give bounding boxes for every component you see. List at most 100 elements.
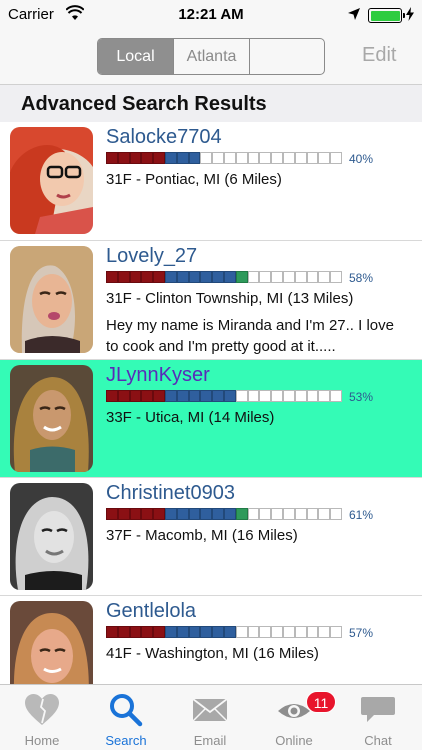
result-row[interactable]: Gentlelola 57% 41F - Washington, MI (16 … <box>0 596 422 684</box>
meter-segment <box>106 390 118 402</box>
meter-segment <box>318 390 331 402</box>
meter-segment <box>188 152 201 164</box>
segment-atlanta[interactable]: Atlanta <box>174 39 250 74</box>
meter-segment <box>306 626 319 638</box>
tab-home[interactable]: Home <box>0 685 84 750</box>
meter-segment <box>271 271 283 283</box>
meter-segment <box>176 508 189 520</box>
meter-segment <box>212 271 224 283</box>
avatar[interactable] <box>10 483 93 590</box>
status-bar: Carrier 12:21 AM <box>0 0 422 30</box>
segment-empty[interactable] <box>250 39 324 74</box>
meter-segment <box>223 152 236 164</box>
profile-photo <box>10 601 93 684</box>
username[interactable]: JLynnKyser <box>106 364 210 387</box>
tab-label: Email <box>193 733 227 748</box>
meter-segment <box>188 271 201 283</box>
match-percent: 57% <box>349 626 374 640</box>
meter-segment <box>106 626 118 638</box>
location-arrow-icon <box>348 8 360 20</box>
meter-segment <box>106 508 118 520</box>
tab-search[interactable]: Search <box>84 685 168 750</box>
edit-button[interactable]: Edit <box>362 44 396 67</box>
meter-segment <box>318 152 331 164</box>
meter-segment <box>176 152 189 164</box>
result-row[interactable]: Lovely_27 58% 31F - Clinton Township, MI… <box>0 241 422 360</box>
meter-segment <box>141 508 154 520</box>
meter-segment <box>212 152 224 164</box>
meter-segment <box>247 271 260 283</box>
location-segmented-control: Local Atlanta <box>97 38 325 75</box>
meter-segment <box>141 626 154 638</box>
meter-segment <box>223 626 236 638</box>
avatar[interactable] <box>10 365 93 472</box>
meter-segment <box>271 626 283 638</box>
tab-label: Online <box>275 733 313 748</box>
meter-segment <box>271 508 283 520</box>
battery-icon <box>368 8 405 23</box>
meter-segment <box>235 508 248 520</box>
result-row-selected[interactable]: JLynnKyser 53% 33F - Utica, MI (14 Miles… <box>0 360 422 478</box>
meter-segment <box>164 271 177 283</box>
meter-segment <box>235 271 248 283</box>
search-icon <box>110 694 143 727</box>
meter-segment <box>294 152 307 164</box>
meter-segment <box>259 508 272 520</box>
match-meter <box>106 626 342 638</box>
meter-segment <box>141 390 154 402</box>
results-list[interactable]: Salocke7704 40% 31F - Pontiac, MI (6 Mil… <box>0 122 422 684</box>
meter-segment <box>330 390 342 402</box>
meter-segment <box>164 390 177 402</box>
meter-segment <box>235 390 248 402</box>
meter-segment <box>129 626 142 638</box>
tab-email[interactable]: Email <box>168 685 252 750</box>
meter-segment <box>200 626 213 638</box>
username[interactable]: Christinet0903 <box>106 482 235 505</box>
segment-local[interactable]: Local <box>98 39 174 74</box>
meter-segment <box>117 390 130 402</box>
online-count-badge: 11 <box>306 691 336 713</box>
match-meter <box>106 390 342 402</box>
meter-segment <box>259 626 272 638</box>
profile-about: Hey my name is Miranda and I'm 27.. I lo… <box>106 317 394 355</box>
avatar[interactable] <box>10 127 93 234</box>
meter-segment <box>330 152 342 164</box>
meter-segment <box>212 390 224 402</box>
meter-segment <box>129 152 142 164</box>
results-section-header: Advanced Search Results <box>0 85 422 122</box>
meter-segment <box>271 390 283 402</box>
meter-segment <box>188 508 201 520</box>
username[interactable]: Salocke7704 <box>106 126 222 149</box>
result-row[interactable]: Salocke7704 40% 31F - Pontiac, MI (6 Mil… <box>0 122 422 241</box>
meter-segment <box>294 626 307 638</box>
match-percent: 58% <box>349 271 374 285</box>
meter-segment <box>129 390 142 402</box>
meter-segment <box>223 271 236 283</box>
meter-segment <box>330 271 342 283</box>
meter-segment <box>330 626 342 638</box>
meter-segment <box>164 508 177 520</box>
avatar[interactable] <box>10 246 93 353</box>
username[interactable]: Gentlelola <box>106 600 196 623</box>
meter-segment <box>176 271 189 283</box>
meter-segment <box>153 390 165 402</box>
profile-details: 33F - Utica, MI (14 Miles) <box>106 409 275 426</box>
match-meter <box>106 271 342 283</box>
meter-segment <box>153 626 165 638</box>
meter-segment <box>212 626 224 638</box>
meter-segment <box>176 390 189 402</box>
meter-segment <box>235 626 248 638</box>
meter-segment <box>294 271 307 283</box>
tab-chat[interactable]: Chat <box>336 685 420 750</box>
meter-segment <box>259 390 272 402</box>
meter-segment <box>247 626 260 638</box>
profile-photo <box>10 483 93 590</box>
meter-segment <box>318 508 331 520</box>
meter-segment <box>188 626 201 638</box>
meter-segment <box>188 390 201 402</box>
profile-photo <box>10 246 93 353</box>
username[interactable]: Lovely_27 <box>106 245 197 268</box>
result-row[interactable]: Christinet0903 61% 37F - Macomb, MI (16 … <box>0 478 422 596</box>
avatar[interactable] <box>10 601 93 684</box>
match-meter <box>106 508 342 520</box>
